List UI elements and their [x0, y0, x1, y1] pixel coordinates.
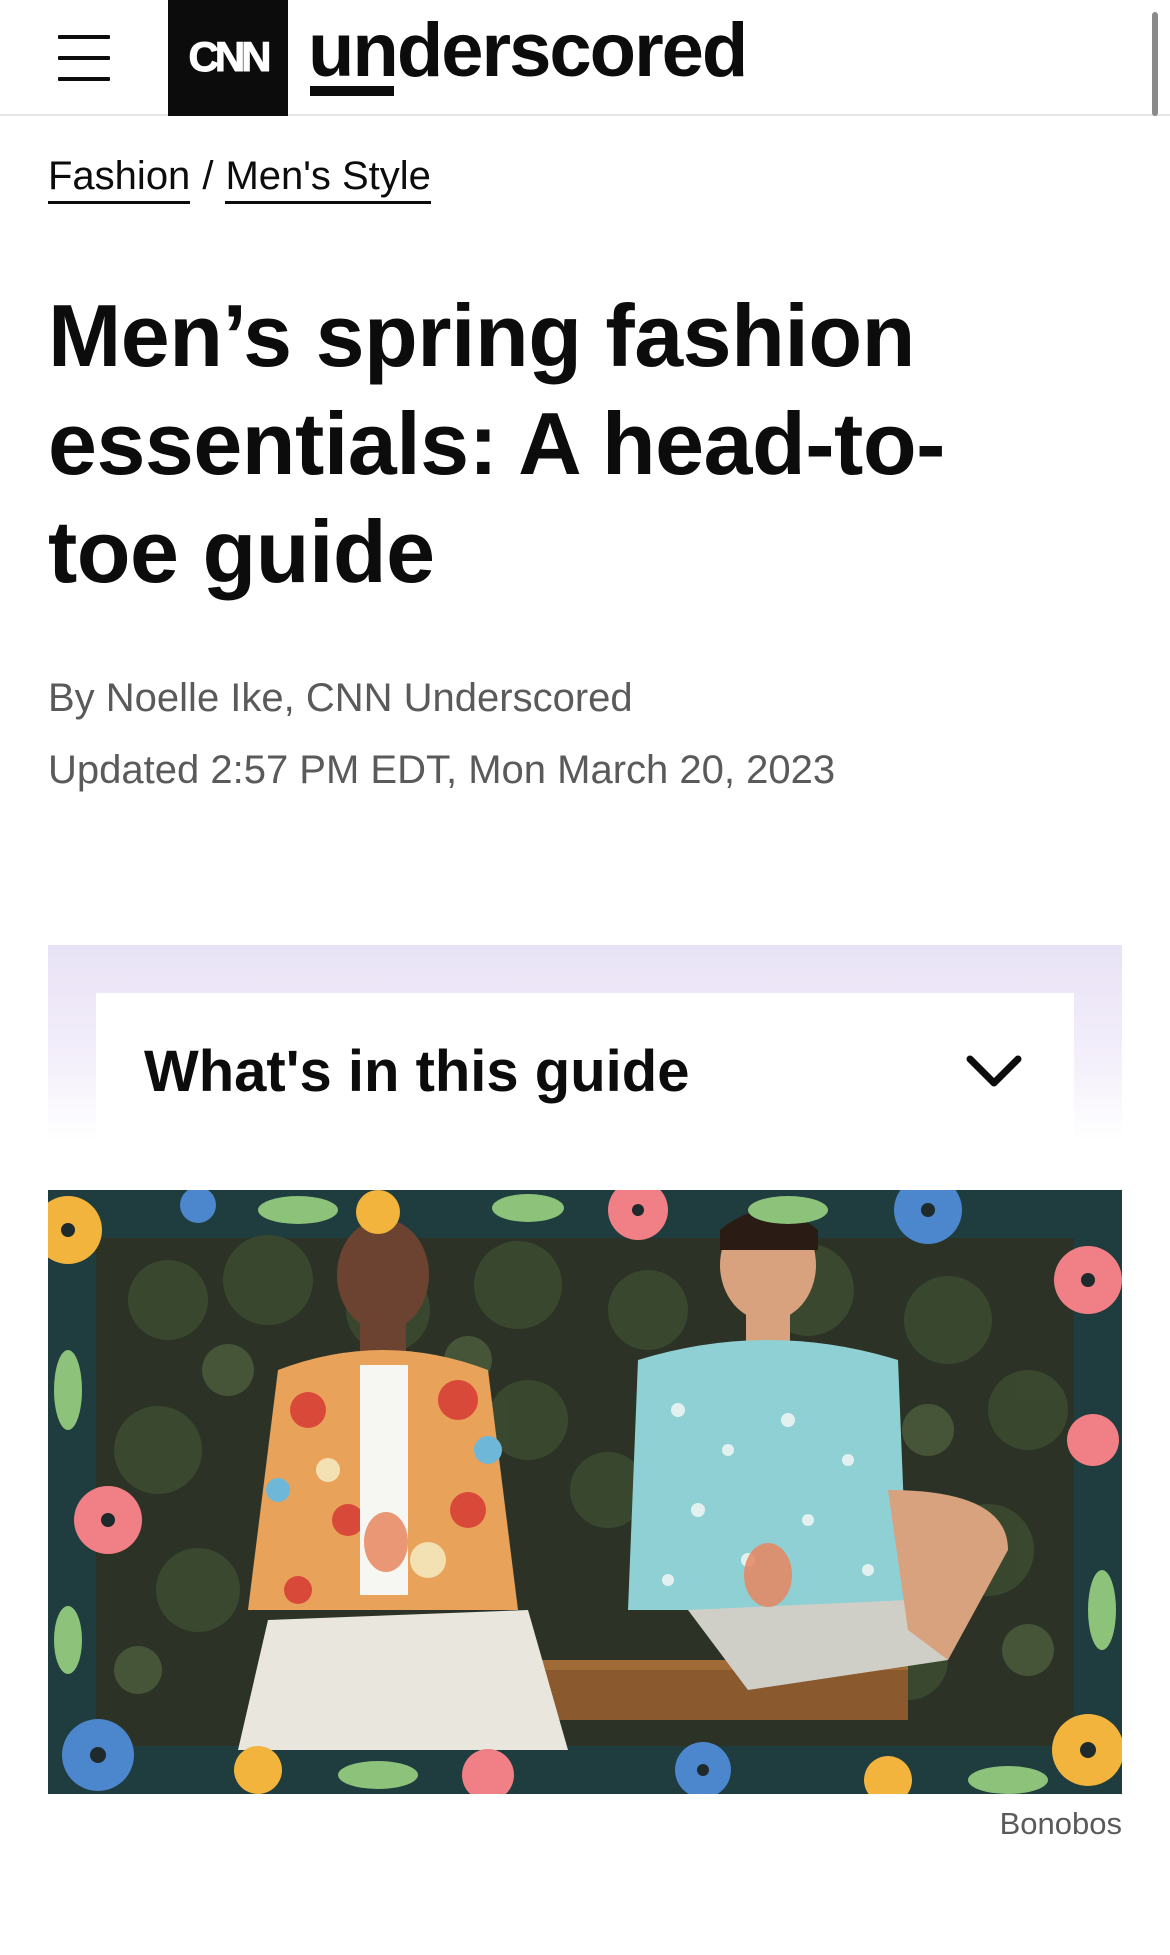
site-header: CNN underscored: [0, 0, 1170, 116]
guide-toggle-button[interactable]: What's in this guide: [96, 993, 1074, 1141]
page-title: Men’s spring fashion essentials: A head-…: [48, 282, 1048, 606]
chevron-down-icon: [966, 1055, 1022, 1087]
guide-title: What's in this guide: [144, 1039, 690, 1104]
brand-underline: [310, 86, 394, 96]
menu-line: [58, 56, 110, 60]
headline-line: toe guide: [48, 502, 435, 601]
guide-panel: What's in this guide: [48, 945, 1122, 1141]
timestamp: Updated 2:57 PM EDT, Mon March 20, 2023: [48, 748, 836, 792]
article-page: CNN underscored Fashion / Men's Style Me…: [0, 0, 1170, 1955]
image-credit: Bonobos: [999, 1806, 1122, 1841]
hero-image: [48, 1190, 1122, 1794]
breadcrumb-link-fashion[interactable]: Fashion: [48, 154, 191, 204]
cnn-logo-mark: CNN: [188, 33, 274, 81]
breadcrumb-separator: /: [202, 154, 214, 198]
hero-photo: [48, 1190, 1122, 1794]
breadcrumb-link-mens-style[interactable]: Men's Style: [225, 154, 431, 204]
menu-line: [58, 77, 110, 81]
byline: By Noelle Ike, CNN Underscored: [48, 676, 633, 720]
svg-text:CNN: CNN: [189, 33, 270, 80]
breadcrumb: Fashion / Men's Style: [48, 154, 431, 204]
menu-line: [58, 35, 110, 39]
headline-line: Men’s spring fashion: [48, 286, 915, 385]
scrollbar[interactable]: [1152, 12, 1158, 116]
hamburger-menu-icon[interactable]: [48, 22, 120, 94]
headline-line: essentials: A head-to-: [48, 394, 945, 493]
cnn-logo[interactable]: CNN: [168, 0, 288, 116]
